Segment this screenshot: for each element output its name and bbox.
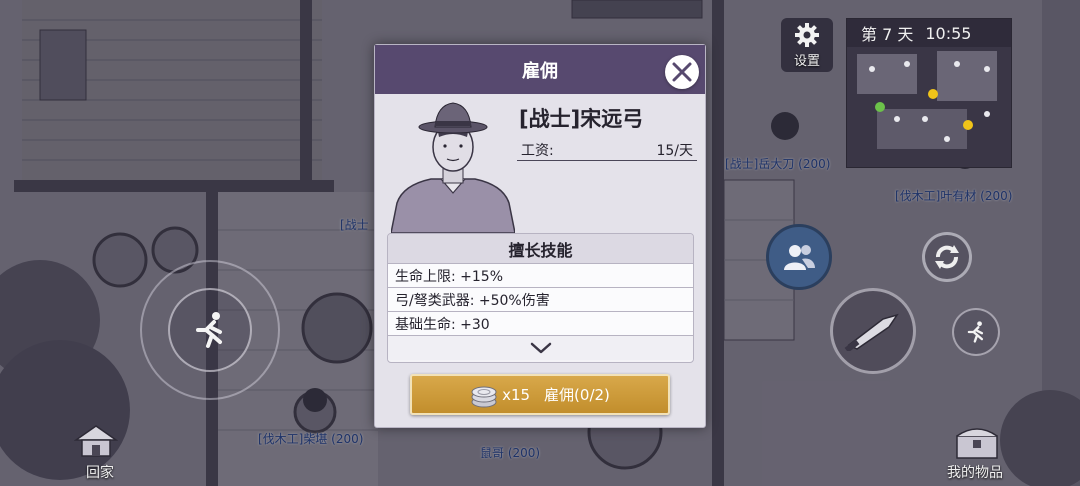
attack-button[interactable] <box>830 288 916 374</box>
joystick-knob[interactable] <box>168 288 252 372</box>
character-name: [战士]宋远弓 <box>519 107 644 131</box>
refresh-icon <box>935 245 959 269</box>
chevron-down-icon <box>530 342 551 354</box>
day-time-bar: 第 7 天 10:55 <box>847 19 1011 47</box>
house-icon <box>74 425 118 457</box>
gear-icon <box>795 22 819 47</box>
wage-value: 15/天 <box>656 142 693 159</box>
sprint-button[interactable] <box>952 308 1000 356</box>
people-icon <box>784 245 815 270</box>
day-label: 第 7 天 <box>861 25 914 44</box>
close-button[interactable] <box>665 55 699 89</box>
hire-dialog: 雇佣 [战士]宋远弓 工资: 15/天 擅长技能 生命上限: +15% 弓/弩类… <box>374 44 706 428</box>
skill-item: 生命上限: +15% <box>388 264 693 288</box>
clock-time: 10:55 <box>925 23 972 43</box>
movement-joystick[interactable] <box>140 260 280 400</box>
coin-stack-icon <box>471 386 497 407</box>
home-button[interactable] <box>74 424 118 458</box>
sprint-icon <box>967 321 984 343</box>
skills-title: 擅长技能 <box>388 234 693 264</box>
skill-item: 弓/弩类武器: +50%伤害 <box>388 288 693 312</box>
dialog-header: 雇佣 <box>375 45 705 94</box>
close-icon <box>672 62 692 82</box>
expand-skills-button[interactable] <box>388 336 693 360</box>
settings-label: 设置 <box>793 53 820 69</box>
inventory-button[interactable] <box>954 426 1000 460</box>
hire-label: 雇佣(0/2) <box>544 386 610 404</box>
wage-row: 工资: 15/天 <box>517 139 697 161</box>
switch-button[interactable] <box>922 232 972 282</box>
running-icon <box>196 312 222 348</box>
chest-icon <box>956 428 998 459</box>
wage-label: 工资: <box>521 142 554 159</box>
settings-button[interactable]: 设置 <box>781 18 833 72</box>
minimap[interactable]: 第 7 天 10:55 <box>846 18 1012 168</box>
character-portrait <box>391 102 515 233</box>
home-label: 回家 <box>86 465 114 481</box>
hire-button[interactable]: x15 雇佣(0/2) <box>410 374 670 415</box>
hire-cost: x15 <box>502 385 531 404</box>
inventory-label: 我的物品 <box>947 465 1003 481</box>
skills-panel: 擅长技能 生命上限: +15% 弓/弩类武器: +50%伤害 基础生命: +30 <box>387 233 694 363</box>
skill-item: 基础生命: +30 <box>388 312 693 336</box>
dialog-title: 雇佣 <box>522 60 558 82</box>
knife-icon <box>844 313 899 351</box>
team-button[interactable] <box>766 224 832 290</box>
